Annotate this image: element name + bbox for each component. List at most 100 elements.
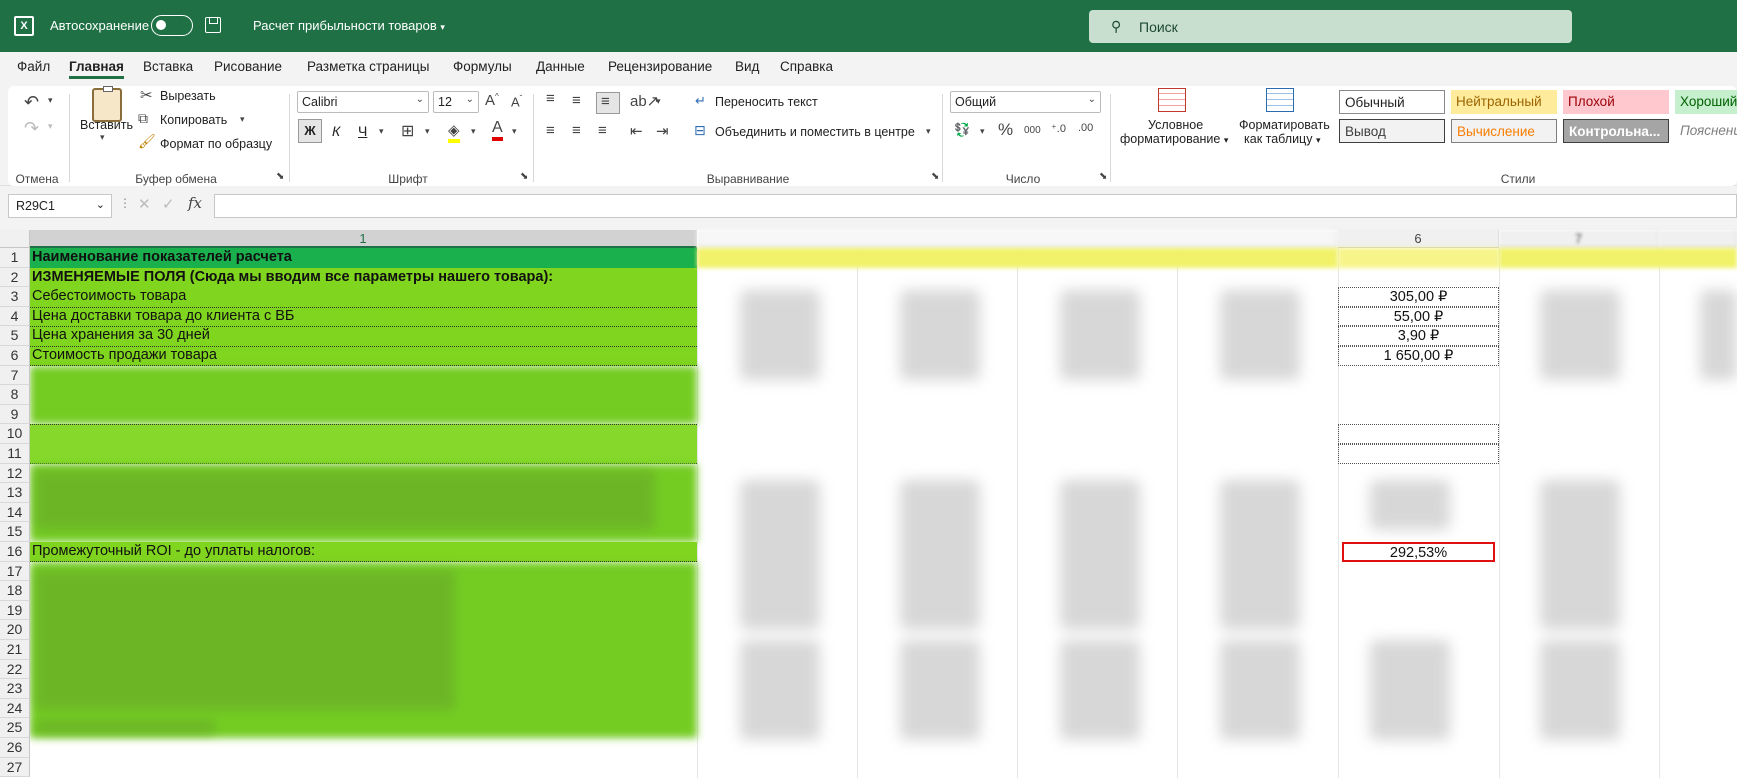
- cancel-icon[interactable]: ✕: [138, 195, 151, 213]
- row-header-27[interactable]: 27: [0, 757, 30, 778]
- chevron-down-icon[interactable]: ▾: [656, 96, 661, 107]
- row-header-14[interactable]: 14: [0, 502, 30, 523]
- font-color-icon[interactable]: A: [492, 119, 503, 141]
- row-header-13[interactable]: 13: [0, 483, 30, 503]
- row-header-1[interactable]: 1: [0, 248, 30, 268]
- cell-r5-c6[interactable]: 3,90 ₽: [1338, 326, 1499, 346]
- dialog-launcher-icon[interactable]: ⬊: [520, 171, 528, 182]
- number-format-select[interactable]: Общий ⌄: [950, 91, 1101, 113]
- conditional-formatting-line1[interactable]: Условное: [1148, 118, 1203, 132]
- cell-r4-c6[interactable]: 55,00 ₽: [1338, 306, 1499, 327]
- increase-indent-icon[interactable]: ⇥: [656, 122, 669, 140]
- style-explanatory[interactable]: Пояснени: [1675, 119, 1737, 143]
- copy-dropdown-icon[interactable]: ▾: [240, 114, 245, 125]
- row-header-7[interactable]: 7: [0, 365, 30, 386]
- wrap-text-button[interactable]: Переносить текст: [715, 95, 818, 109]
- tab-view[interactable]: Вид: [735, 59, 759, 74]
- redo-dropdown-icon[interactable]: ▾: [48, 121, 53, 132]
- column-header-blurred[interactable]: [697, 230, 1338, 248]
- format-as-table-line2[interactable]: как таблицу ▾: [1244, 132, 1320, 146]
- excel-logo-icon[interactable]: X: [14, 16, 34, 36]
- font-name-select[interactable]: Calibri ⌄: [297, 91, 429, 113]
- cell-r10-c6[interactable]: [1338, 424, 1499, 444]
- tab-help[interactable]: Справка: [780, 59, 833, 74]
- chevron-down-icon[interactable]: ▾: [980, 126, 985, 137]
- align-center-icon[interactable]: ≡: [572, 122, 581, 139]
- decrease-indent-icon[interactable]: ⇤: [630, 122, 643, 140]
- style-bad[interactable]: Плохой: [1563, 90, 1669, 114]
- cell-r3-c6[interactable]: 305,00 ₽: [1338, 287, 1499, 307]
- row-header-11[interactable]: 11: [0, 444, 30, 464]
- cell-r16-c6-roi[interactable]: 292,53%: [1342, 542, 1495, 562]
- undo-icon[interactable]: ↶: [24, 92, 39, 113]
- cell-r5-label[interactable]: Цена хранения за 30 дней: [32, 326, 210, 345]
- copy-button[interactable]: Копировать: [160, 113, 227, 127]
- cell-r1-label[interactable]: Наименование показателей расчета: [32, 248, 292, 267]
- orientation-icon[interactable]: ab↗: [630, 92, 659, 110]
- cell-r2-label[interactable]: ИЗМЕНЯЕМЫЕ ПОЛЯ (Сюда мы вводим все пара…: [32, 268, 553, 287]
- cell-r3-label[interactable]: Себестоимость товара: [32, 287, 186, 306]
- decrease-decimal-icon[interactable]: .00: [1078, 122, 1093, 134]
- chevron-down-icon[interactable]: ▾: [379, 126, 384, 137]
- underline-button[interactable]: Ч: [358, 123, 367, 139]
- dialog-launcher-icon[interactable]: ⬊: [1099, 171, 1107, 182]
- percent-icon[interactable]: %: [998, 120, 1013, 140]
- row-header-21[interactable]: 21: [0, 640, 30, 660]
- undo-dropdown-icon[interactable]: ▾: [48, 95, 53, 106]
- align-right-icon[interactable]: ≡: [598, 122, 607, 139]
- tab-data[interactable]: Данные: [536, 59, 585, 74]
- cell-r6-c6[interactable]: 1 650,00 ₽: [1338, 346, 1499, 366]
- conditional-formatting-icon[interactable]: [1158, 88, 1186, 112]
- style-normal[interactable]: Обычный: [1339, 90, 1445, 114]
- chevron-down-icon[interactable]: ▾: [425, 126, 430, 137]
- tab-draw[interactable]: Рисование: [214, 59, 282, 74]
- decrease-font-icon[interactable]: Aˇ: [511, 94, 522, 109]
- row-header-17[interactable]: 17: [0, 561, 30, 582]
- paste-dropdown-icon[interactable]: ▾: [100, 132, 105, 143]
- row-header-15[interactable]: 15: [0, 522, 30, 542]
- cell-r4-label[interactable]: Цена доставки товара до клиента с ВБ: [32, 307, 294, 326]
- row-header-19[interactable]: 19: [0, 600, 30, 621]
- row-header-3[interactable]: 3: [0, 287, 30, 307]
- align-bottom-icon[interactable]: ≡: [596, 92, 620, 114]
- row-header-23[interactable]: 23: [0, 679, 30, 699]
- chevron-down-icon[interactable]: ▾: [471, 126, 476, 137]
- style-output[interactable]: Вывод: [1339, 119, 1445, 143]
- currency-format-icon[interactable]: 💱: [954, 122, 970, 138]
- fill-color-icon[interactable]: ◈: [448, 121, 460, 143]
- tab-home[interactable]: Главная: [69, 59, 124, 79]
- chevron-down-icon[interactable]: ▾: [926, 126, 931, 137]
- conditional-formatting-line2[interactable]: форматирование ▾: [1120, 132, 1228, 146]
- align-middle-icon[interactable]: ≡: [572, 92, 581, 109]
- column-header-1[interactable]: 1: [30, 230, 697, 248]
- tab-file[interactable]: Файл: [17, 59, 50, 74]
- formula-input[interactable]: [214, 194, 1737, 218]
- column-header-8[interactable]: [1659, 230, 1737, 248]
- format-as-table-line1[interactable]: Форматировать: [1239, 118, 1330, 132]
- row-header-2[interactable]: 2: [0, 267, 30, 288]
- increase-font-icon[interactable]: A^: [485, 92, 499, 109]
- row-header-4[interactable]: 4: [0, 306, 30, 327]
- style-good[interactable]: Хороший: [1675, 90, 1737, 114]
- cell-r6-label[interactable]: Стоимость продажи товара: [32, 346, 217, 365]
- paste-button[interactable]: Вставить: [80, 118, 133, 132]
- dialog-launcher-icon[interactable]: ⬊: [931, 171, 939, 182]
- cell-r11-c6[interactable]: [1338, 444, 1499, 464]
- bold-button[interactable]: Ж: [298, 119, 322, 143]
- autosave-toggle[interactable]: [151, 15, 193, 36]
- more-options-icon[interactable]: ⋮: [119, 196, 131, 210]
- row-header-6[interactable]: 6: [0, 346, 30, 366]
- increase-decimal-icon[interactable]: ⁺.0: [1051, 122, 1066, 135]
- cut-button[interactable]: Вырезать: [160, 89, 216, 103]
- column-header-7[interactable]: 7: [1499, 230, 1659, 248]
- redo-icon[interactable]: ↷: [24, 118, 39, 139]
- row-header-5[interactable]: 5: [0, 326, 30, 346]
- document-title[interactable]: Расчет прибыльности товаров ▾: [253, 18, 445, 33]
- cell-r16-label[interactable]: Промежуточный ROI - до уплаты налогов:: [32, 542, 315, 561]
- align-top-icon[interactable]: ≡: [546, 90, 555, 107]
- row-header-26[interactable]: 26: [0, 738, 30, 758]
- tab-review[interactable]: Рецензирование: [608, 59, 712, 74]
- row-header-9[interactable]: 9: [0, 404, 30, 425]
- chevron-down-icon[interactable]: ▾: [512, 126, 517, 137]
- search-box[interactable]: ⚲ Поиск: [1089, 10, 1572, 43]
